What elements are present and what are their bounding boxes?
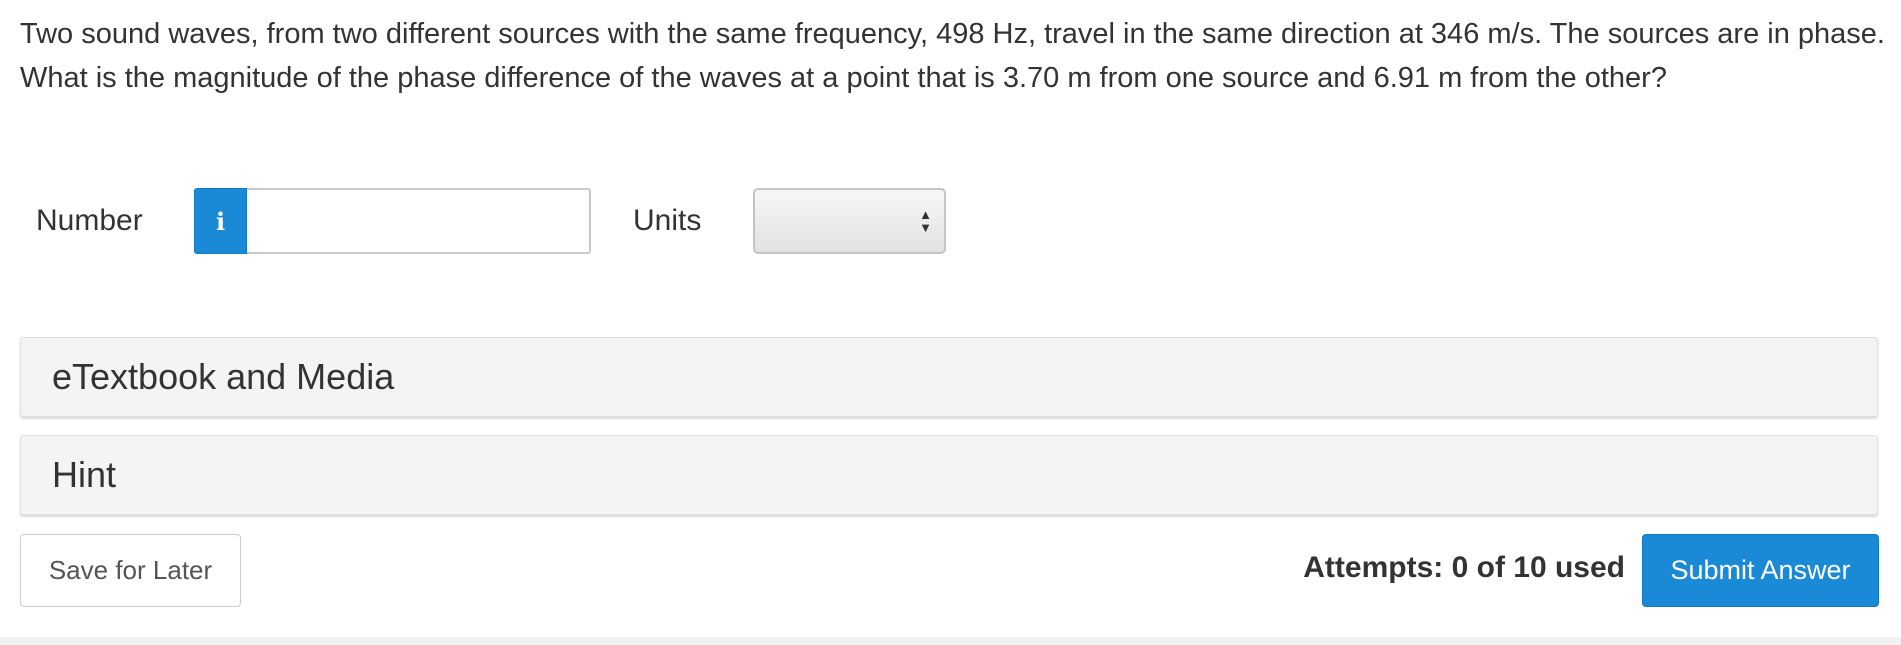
etextbook-panel-label: eTextbook and Media [52, 356, 395, 397]
info-icon: i [215, 206, 226, 236]
select-arrows-icon: ▲ ▼ [919, 207, 932, 235]
hint-panel[interactable]: Hint [20, 435, 1878, 515]
etextbook-panel[interactable]: eTextbook and Media [20, 337, 1878, 417]
question-text: Two sound waves, from two different sour… [20, 18, 1885, 94]
attempts-counter: Attempts: 0 of 10 used [1303, 551, 1625, 584]
units-select[interactable]: ▲ ▼ [753, 188, 946, 254]
submit-answer-button[interactable]: Submit Answer [1642, 534, 1879, 607]
bottom-divider [0, 637, 1901, 645]
units-label: Units [633, 204, 702, 237]
answer-row: Number i Units ▲ ▼ [36, 188, 946, 254]
number-input[interactable] [247, 188, 591, 254]
number-label: Number [36, 204, 143, 237]
info-button[interactable]: i [194, 188, 247, 254]
hint-panel-label: Hint [52, 454, 117, 495]
save-for-later-button[interactable]: Save for Later [20, 534, 241, 607]
